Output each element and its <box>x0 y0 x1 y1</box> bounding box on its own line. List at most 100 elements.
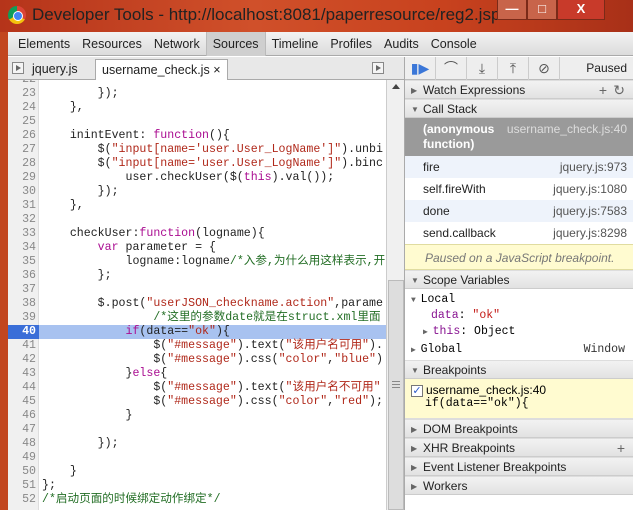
editor-scrollbar[interactable] <box>386 80 404 510</box>
tab-audits[interactable]: Audits <box>378 32 425 56</box>
tab-profiles[interactable]: Profiles <box>324 32 378 56</box>
code-token: var <box>97 241 119 254</box>
section-title: Event Listener Breakpoints <box>423 460 567 474</box>
frame-location[interactable]: jquery.js:1080 <box>553 178 627 200</box>
scope-global[interactable]: ▶ Global Window <box>411 342 633 358</box>
line-number[interactable]: 52 <box>8 493 36 507</box>
line-number[interactable]: 35 <box>8 255 36 269</box>
line-number[interactable]: 39 <box>8 311 36 325</box>
frame-name: self.fireWith <box>423 182 486 196</box>
step-into-button[interactable]: ⤓ <box>467 57 498 80</box>
deactivate-breakpoints-button[interactable]: ⊘ <box>529 57 560 80</box>
step-over-button[interactable]: ⌒ <box>436 57 467 80</box>
frame-location[interactable]: username_check.js:40 <box>507 122 627 137</box>
scope-var-this[interactable]: ▶ this: Object <box>411 324 633 340</box>
xhr-breakpoints-header[interactable]: ▶ XHR Breakpoints + <box>405 438 633 457</box>
frame-name: done <box>423 204 450 218</box>
line-number[interactable]: 43 <box>8 367 36 381</box>
line-number[interactable]: 28 <box>8 157 36 171</box>
code-token: }; <box>42 479 56 492</box>
code-token: } <box>42 367 133 380</box>
section-title: Breakpoints <box>423 363 487 377</box>
refresh-icon[interactable]: ↻ <box>613 81 625 100</box>
line-number[interactable]: 23 <box>8 87 36 101</box>
call-frame[interactable]: (anonymous function) username_check.js:40 <box>405 118 633 156</box>
breakpoints-header[interactable]: ▼ Breakpoints <box>405 360 633 379</box>
close-tab-icon[interactable]: × <box>213 63 220 77</box>
line-number[interactable]: 50 <box>8 465 36 479</box>
workers-header[interactable]: ▶ Workers <box>405 476 633 495</box>
line-number[interactable]: 34 <box>8 241 36 255</box>
call-frame[interactable]: send.callback jquery.js:8298 <box>405 222 633 244</box>
tab-resources[interactable]: Resources <box>76 32 148 56</box>
resume-button[interactable]: ▮▶ <box>405 57 436 80</box>
line-number[interactable]: 22 <box>8 80 36 87</box>
line-number[interactable]: 45 <box>8 395 36 409</box>
frame-location[interactable]: jquery.js:973 <box>560 156 627 178</box>
tab-timeline[interactable]: Timeline <box>266 32 325 56</box>
line-number[interactable]: 31 <box>8 199 36 213</box>
code-line: 37 <box>8 283 386 297</box>
breakpoint-checkbox[interactable]: ✓ <box>411 384 423 397</box>
code-token: } <box>42 465 77 478</box>
frame-location[interactable]: jquery.js:8298 <box>553 222 627 244</box>
dom-breakpoints-header[interactable]: ▶ DOM Breakpoints <box>405 419 633 438</box>
line-number[interactable]: 33 <box>8 227 36 241</box>
line-number[interactable]: 44 <box>8 381 36 395</box>
line-number[interactable]: 48 <box>8 437 36 451</box>
line-number[interactable]: 37 <box>8 283 36 297</box>
code-line: 41 $("#message").text("该用户名可用"). <box>8 339 386 353</box>
line-number[interactable]: 40 <box>8 325 39 339</box>
tab-console[interactable]: Console <box>425 32 483 56</box>
code-token: ).unbi <box>341 143 383 156</box>
line-number[interactable]: 51 <box>8 479 36 493</box>
line-number[interactable]: 41 <box>8 339 36 353</box>
tab-network[interactable]: Network <box>148 32 206 56</box>
scroll-up-icon[interactable] <box>392 84 400 89</box>
call-stack-header[interactable]: ▼ Call Stack <box>405 99 633 118</box>
close-button[interactable]: X <box>557 0 605 20</box>
line-number[interactable]: 38 <box>8 297 36 311</box>
line-number[interactable]: 24 <box>8 101 36 115</box>
minimize-button[interactable]: — <box>497 0 527 20</box>
tab-sources[interactable]: Sources <box>205 31 266 56</box>
frame-location[interactable]: jquery.js:7583 <box>553 200 627 222</box>
code-text: if(data=="ok"){ <box>42 325 230 339</box>
line-number[interactable]: 30 <box>8 185 36 199</box>
breakpoint-item[interactable]: ✓ username_check.js:40 if(data=="ok"){ <box>405 379 633 419</box>
code-line: 33 checkUser:function(logname){ <box>8 227 386 241</box>
call-frame[interactable]: fire jquery.js:973 <box>405 156 633 178</box>
maximize-button[interactable]: □ <box>527 0 557 20</box>
event-listener-breakpoints-header[interactable]: ▶ Event Listener Breakpoints <box>405 457 633 476</box>
code-token: "该用户名可用" <box>285 339 369 352</box>
scope-local[interactable]: ▼ Local <box>411 292 633 308</box>
line-number[interactable]: 29 <box>8 171 36 185</box>
line-number[interactable]: 27 <box>8 143 36 157</box>
tab-elements[interactable]: Elements <box>12 32 76 56</box>
show-navigator-icon[interactable] <box>12 62 24 74</box>
scroll-thumb[interactable] <box>388 280 404 510</box>
line-number[interactable]: 46 <box>8 409 36 423</box>
code-token: ,parame <box>334 297 383 310</box>
line-number[interactable]: 32 <box>8 213 36 227</box>
scope-variables-header[interactable]: ▼ Scope Variables <box>405 270 633 289</box>
file-tab-jquery[interactable]: jquery.js <box>26 59 84 80</box>
code-line: 48 }); <box>8 437 386 451</box>
add-icon[interactable]: + <box>617 439 625 458</box>
line-number[interactable]: 49 <box>8 451 36 465</box>
code-line: 23 }); <box>8 87 386 101</box>
step-out-button[interactable]: ⤒ <box>498 57 529 80</box>
file-tab-username-check[interactable]: username_check.js × <box>95 59 228 80</box>
line-number[interactable]: 26 <box>8 129 36 143</box>
line-number[interactable]: 36 <box>8 269 36 283</box>
show-debugger-icon[interactable] <box>372 62 384 74</box>
line-number[interactable]: 42 <box>8 353 36 367</box>
watch-expressions-header[interactable]: ▶ Watch Expressions + ↻ <box>405 80 633 99</box>
line-number[interactable]: 25 <box>8 115 36 129</box>
code-editor[interactable]: 2223 });24 },2526 inintEvent: function()… <box>8 80 386 510</box>
line-number[interactable]: 47 <box>8 423 36 437</box>
code-line: 34 var parameter = { <box>8 241 386 255</box>
call-frame[interactable]: done jquery.js:7583 <box>405 200 633 222</box>
call-frame[interactable]: self.fireWith jquery.js:1080 <box>405 178 633 200</box>
add-watch-icon[interactable]: + <box>599 81 607 100</box>
